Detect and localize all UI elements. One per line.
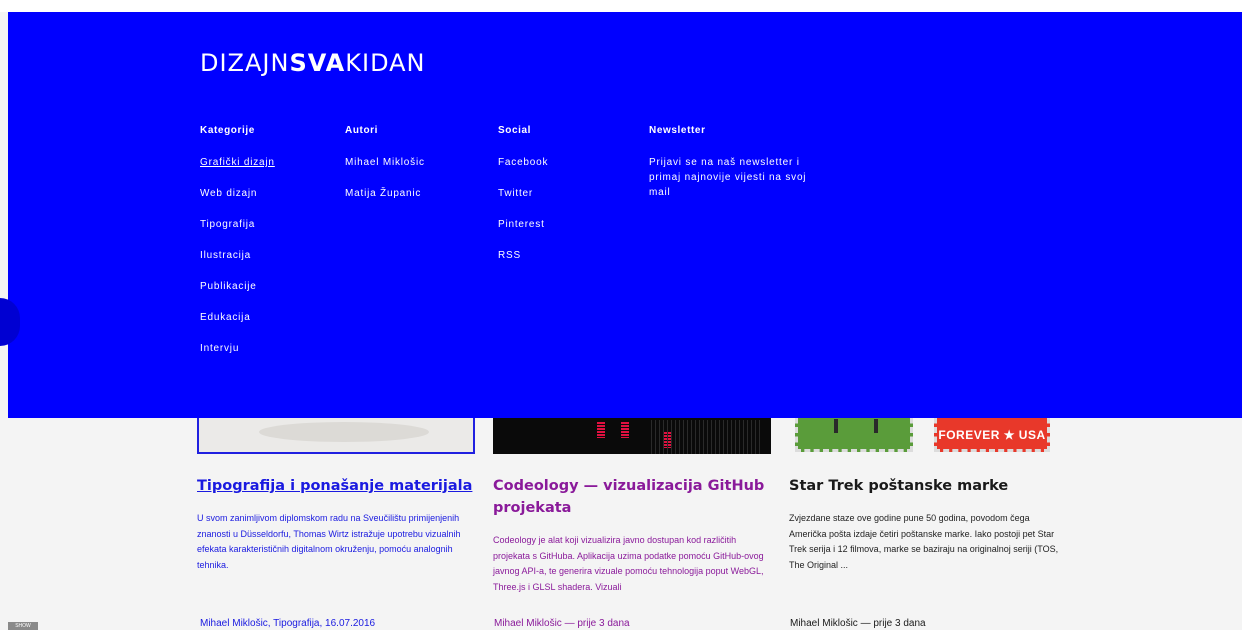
menu-link-intervju[interactable]: Intervju — [200, 343, 239, 354]
article-title[interactable]: Codeology — vizualizacija GitHub projeka… — [493, 475, 771, 519]
menu-link-author[interactable]: Matija Županic — [345, 188, 421, 199]
logo-light-text: DIZAJN — [200, 49, 290, 77]
article-excerpt: Zvjezdane staze ove godine pune 50 godin… — [789, 513, 1059, 570]
menu-link-rss[interactable]: RSS — [498, 250, 521, 261]
article-meta[interactable]: Mihael Miklošic, Tipografija, 16.07.2016 — [200, 618, 375, 629]
navigation-menu-overlay: DIZAJNSVAKIDAN Kategorije Grafički dizaj… — [8, 12, 1242, 418]
column-heading: Kategorije — [200, 125, 255, 136]
menu-link-publikacije[interactable]: Publikacije — [200, 281, 257, 292]
menu-column-social: Social Facebook Twitter Pinterest RSS — [498, 125, 548, 279]
page: Tipografija i ponašanje materijala U svo… — [0, 0, 1242, 630]
menu-link-tipografija[interactable]: Tipografija — [200, 219, 255, 230]
logo-light-text-2: KIDAN — [345, 49, 426, 77]
column-heading: Social — [498, 125, 532, 136]
site-logo[interactable]: DIZAJNSVAKIDAN — [200, 49, 426, 77]
article-meta[interactable]: Mihael Miklošic — prije 3 dana — [494, 618, 630, 629]
newsletter-signup-link[interactable]: Prijavi se na naš newsletter i primaj na… — [649, 155, 809, 200]
menu-column-categories: Kategorije Grafički dizajn Web dizajn Ti… — [200, 125, 275, 372]
menu-column-authors: Autori Mihael Miklošic Matija Županic — [345, 125, 425, 217]
article-title[interactable]: Star Trek poštanske marke — [789, 475, 1067, 497]
menu-link-edukacija[interactable]: Edukacija — [200, 312, 251, 323]
logo-bold-text: SVA — [289, 49, 346, 77]
thumbnail-pixel-glyph — [621, 422, 629, 438]
menu-link-web-dizajn[interactable]: Web dizajn — [200, 188, 257, 199]
top-strip — [0, 0, 1242, 12]
menu-link-twitter[interactable]: Twitter — [498, 188, 533, 199]
menu-link-pinterest[interactable]: Pinterest — [498, 219, 545, 230]
article-meta[interactable]: Mihael Miklošic — prije 3 dana — [790, 618, 926, 629]
menu-link-graficki-dizajn[interactable]: Grafički dizajn — [200, 157, 275, 168]
menu-link-ilustracija[interactable]: Ilustracija — [200, 250, 251, 261]
thumbnail-pixel-glyph — [597, 422, 605, 438]
menu-link-facebook[interactable]: Facebook — [498, 157, 548, 168]
article-excerpt: U svom zanimljivom diplomskom radu na Sv… — [197, 513, 461, 570]
stamp-figure — [834, 419, 838, 433]
thumbnail-image-detail — [259, 422, 429, 442]
stamp-figure — [874, 419, 878, 433]
show-badge[interactable]: SHOW — [8, 622, 38, 630]
article-title[interactable]: Tipografija i ponašanje materijala — [197, 475, 475, 497]
thumbnail-pattern — [651, 420, 761, 454]
column-heading: Autori — [345, 125, 379, 136]
column-heading: Newsletter — [649, 125, 706, 136]
menu-link-author[interactable]: Mihael Miklošic — [345, 157, 425, 168]
article-excerpt: Codeology je alat koji vizualizira javno… — [493, 535, 764, 592]
menu-column-newsletter: Newsletter Prijavi se na naš newsletter … — [649, 125, 809, 200]
